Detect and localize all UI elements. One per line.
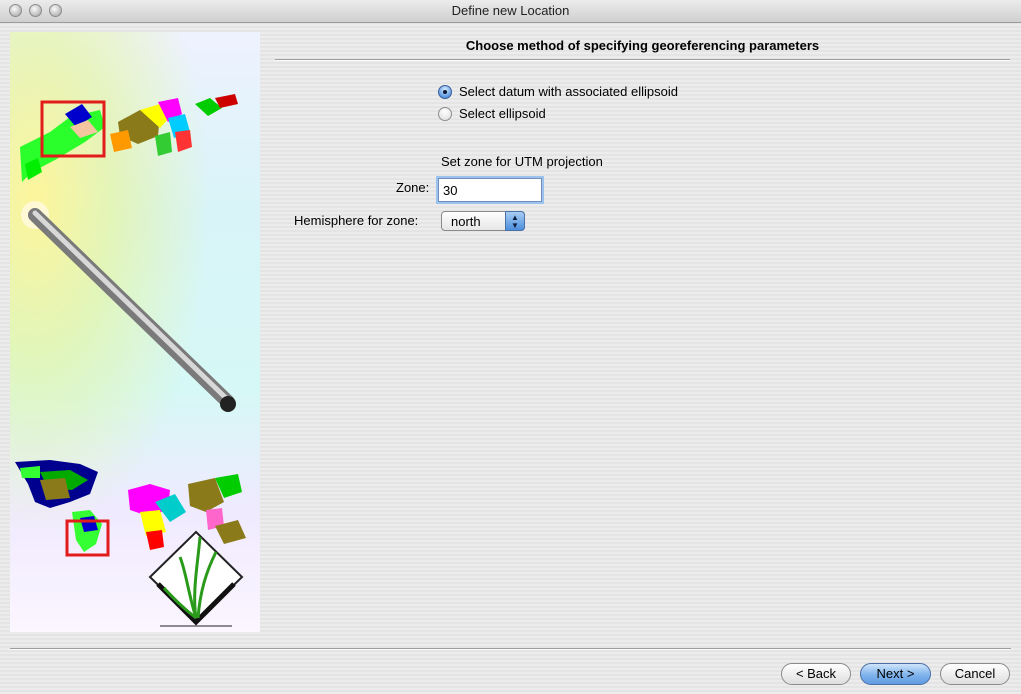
radio-selected-icon[interactable] xyxy=(438,84,452,99)
zone-input[interactable] xyxy=(438,178,542,202)
updown-arrows-icon[interactable]: ▲ ▼ xyxy=(505,211,525,231)
header-divider xyxy=(275,59,1010,61)
window-title: Define new Location xyxy=(451,3,570,18)
page-title: Choose method of specifying georeferenci… xyxy=(465,38,820,53)
radio-ellipsoid-label: Select ellipsoid xyxy=(459,106,546,121)
hemisphere-value: north xyxy=(451,214,481,229)
radio-ellipsoid-option[interactable]: Select ellipsoid xyxy=(438,106,546,121)
grass-gis-map-illustration xyxy=(15,94,246,627)
radio-datum-option[interactable]: Select datum with associated ellipsoid xyxy=(438,84,678,99)
footer-divider xyxy=(10,648,1011,650)
hemisphere-label: Hemisphere for zone: xyxy=(294,213,419,228)
next-button[interactable]: Next > xyxy=(860,663,931,685)
cancel-button[interactable]: Cancel xyxy=(940,663,1010,685)
zone-label: Zone: xyxy=(396,180,430,195)
radio-unselected-icon[interactable] xyxy=(438,106,452,121)
hemisphere-select[interactable]: north ▲ ▼ xyxy=(441,211,525,231)
back-button[interactable]: < Back xyxy=(781,663,851,685)
radio-datum-label: Select datum with associated ellipsoid xyxy=(459,84,678,99)
title-bar: Define new Location xyxy=(0,0,1021,23)
wizard-side-image xyxy=(10,32,260,632)
utm-section-label: Set zone for UTM projection xyxy=(441,154,603,169)
